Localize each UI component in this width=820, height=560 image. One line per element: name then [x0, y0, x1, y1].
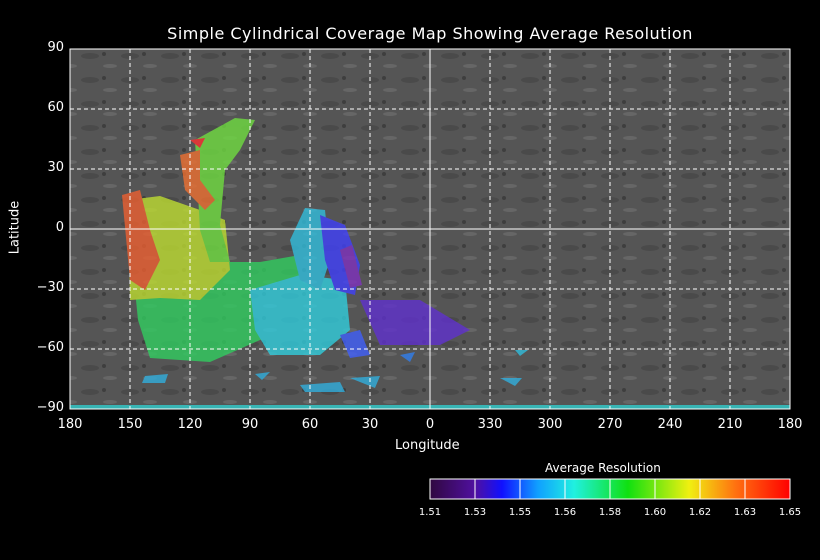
colorbar-tick-label: 1.65: [778, 507, 802, 518]
coverage-map: [69, 48, 791, 500]
y-tick-label: 60: [47, 100, 64, 115]
x-tick-label: 300: [537, 417, 563, 432]
x-tick-label: 210: [717, 417, 743, 432]
colorbar-title: Average Resolution: [545, 461, 661, 475]
colorbar-tick-label: 1.60: [643, 507, 667, 518]
x-tick-label: 30: [361, 417, 379, 432]
x-tick-label: 0: [425, 417, 435, 432]
colorbar-tick-label: 1.56: [553, 507, 577, 518]
colorbar-tick-label: 1.58: [598, 507, 622, 518]
y-tick-label: 90: [47, 40, 64, 55]
x-tick-label: 330: [477, 417, 503, 432]
chart-title: Simple Cylindrical Coverage Map Showing …: [167, 24, 693, 43]
x-tick-label: 150: [117, 417, 143, 432]
x-tick-label: 60: [301, 417, 319, 432]
x-tick-label: 90: [241, 417, 259, 432]
colorbar-tick-label: 1.51: [418, 507, 442, 518]
x-tick-label: 180: [777, 417, 803, 432]
colorbar-tick-label: 1.55: [508, 507, 532, 518]
y-tick-label: −30: [36, 280, 64, 295]
x-tick-label: 120: [177, 417, 203, 432]
colorbar-tick-label: 1.53: [463, 507, 487, 518]
colorbar: [429, 478, 791, 500]
x-axis-label: Longitude: [395, 438, 460, 453]
y-tick-label: 30: [47, 160, 64, 175]
x-tick-label: 270: [597, 417, 623, 432]
colorbar-tick-label: 1.62: [688, 507, 712, 518]
y-tick-label: 0: [55, 220, 64, 235]
y-tick-label: −90: [36, 400, 64, 415]
y-tick-label: −60: [36, 340, 64, 355]
x-tick-label: 180: [57, 417, 83, 432]
colorbar-tick-label: 1.63: [733, 507, 757, 518]
x-tick-label: 240: [657, 417, 683, 432]
